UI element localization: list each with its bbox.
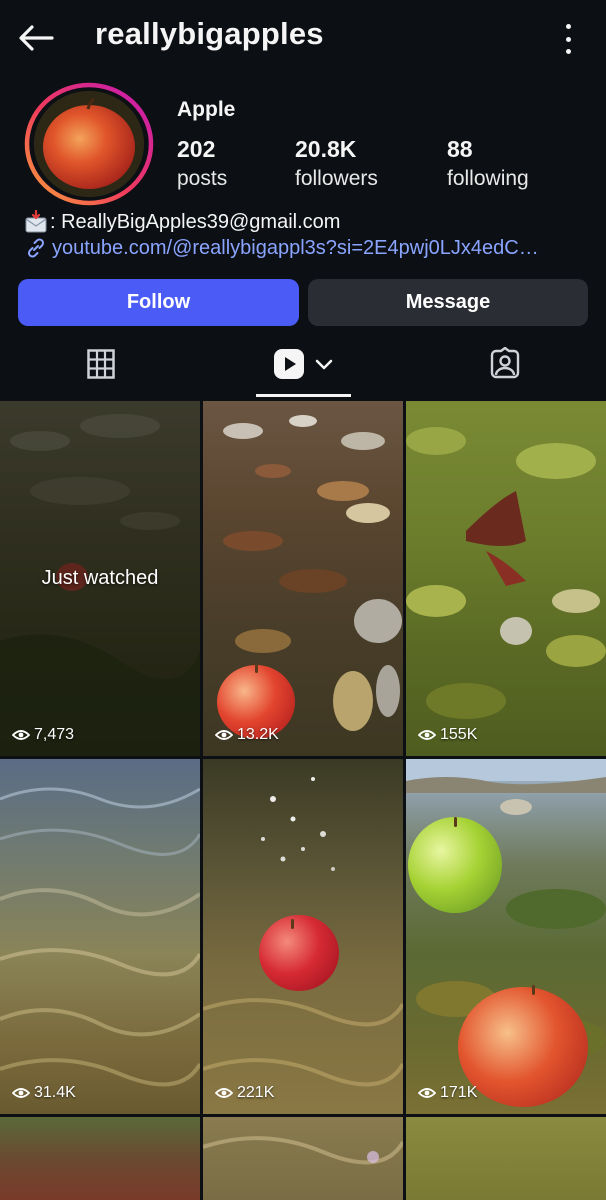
chevron-down-icon: [315, 359, 333, 370]
view-count: 13.2K: [215, 726, 279, 744]
bio-link[interactable]: youtube.com/@reallybigappl3s?si=2E4pwj0L…: [24, 236, 584, 260]
top-bar: reallybigapples: [0, 0, 606, 78]
view-count-text: 221K: [237, 1084, 275, 1101]
view-count-text: 13.2K: [237, 726, 279, 743]
reel-tile[interactable]: [0, 1117, 200, 1200]
view-count-text: 171K: [440, 1084, 478, 1101]
avatar-image: [34, 91, 144, 197]
reel-tile[interactable]: 31.4K: [0, 759, 200, 1114]
view-count: 155K: [418, 726, 477, 744]
green-apple-image: [408, 817, 502, 913]
view-count: 171K: [418, 1084, 477, 1102]
eye-icon: [12, 730, 30, 740]
bio-link-text[interactable]: youtube.com/@reallybigappl3s?si=2E4pwj0L…: [52, 237, 539, 260]
reel-tile[interactable]: 155K: [406, 401, 606, 756]
reel-tile[interactable]: [406, 1117, 606, 1200]
posts-count: 202: [177, 136, 216, 162]
view-count-text: 31.4K: [34, 1084, 76, 1101]
apple-stem: [255, 663, 258, 673]
reel-tile[interactable]: 13.2K: [203, 401, 403, 756]
just-watched-label: Just watched: [41, 567, 159, 589]
display-name: Apple: [177, 98, 236, 121]
eye-icon: [418, 730, 436, 740]
apple-image: [458, 987, 588, 1107]
view-count-text: 155K: [440, 726, 478, 743]
arrow-left-icon[interactable]: [16, 20, 56, 56]
following-label: following: [447, 167, 529, 190]
followers-label: followers: [295, 167, 378, 190]
message-button[interactable]: Message: [308, 279, 588, 326]
content-tabs: [0, 332, 606, 398]
followers-count: 20.8K: [295, 136, 357, 162]
eye-icon: [215, 730, 233, 740]
apple-stem: [291, 919, 294, 929]
bio-email-text: : ReallyBigApples39@gmail.com: [50, 210, 341, 233]
reel-tile[interactable]: 221K: [203, 759, 403, 1114]
tab-reels[interactable]: [202, 332, 404, 396]
tab-grid[interactable]: [0, 332, 202, 396]
apple-stem: [454, 817, 457, 827]
following-stat[interactable]: 88 following: [447, 136, 529, 191]
eye-icon: [12, 1088, 30, 1098]
reel-tile[interactable]: 171K: [406, 759, 606, 1114]
kebab-menu-icon[interactable]: [560, 24, 576, 54]
view-count-text: 7,473: [34, 726, 75, 743]
grid-icon: [87, 349, 115, 379]
tab-tagged[interactable]: [404, 332, 606, 396]
link-icon: [27, 238, 45, 258]
tagged-icon: [490, 347, 520, 379]
view-count: 221K: [215, 1084, 274, 1102]
active-tab-indicator: [256, 394, 351, 397]
reels-icon: [274, 349, 304, 379]
incoming-envelope-icon: [25, 210, 47, 233]
following-count: 88: [447, 136, 473, 162]
view-count: 31.4K: [12, 1084, 76, 1102]
follow-button[interactable]: Follow: [18, 279, 299, 326]
posts-label: posts: [177, 167, 228, 190]
apple-stem: [532, 985, 535, 995]
eye-icon: [418, 1088, 436, 1098]
eye-icon: [215, 1088, 233, 1098]
view-count: 7,473: [12, 726, 74, 744]
reel-tile[interactable]: Just watched 7,473: [0, 401, 200, 756]
apple-image: [259, 915, 339, 991]
posts-stat[interactable]: 202 posts: [177, 136, 227, 191]
followers-stat[interactable]: 20.8K followers: [295, 136, 378, 191]
avatar[interactable]: [22, 80, 156, 208]
bio-email: : ReallyBigApples39@gmail.com: [24, 210, 340, 234]
reel-tile[interactable]: [203, 1117, 403, 1200]
profile-username: reallybigapples: [95, 16, 324, 51]
